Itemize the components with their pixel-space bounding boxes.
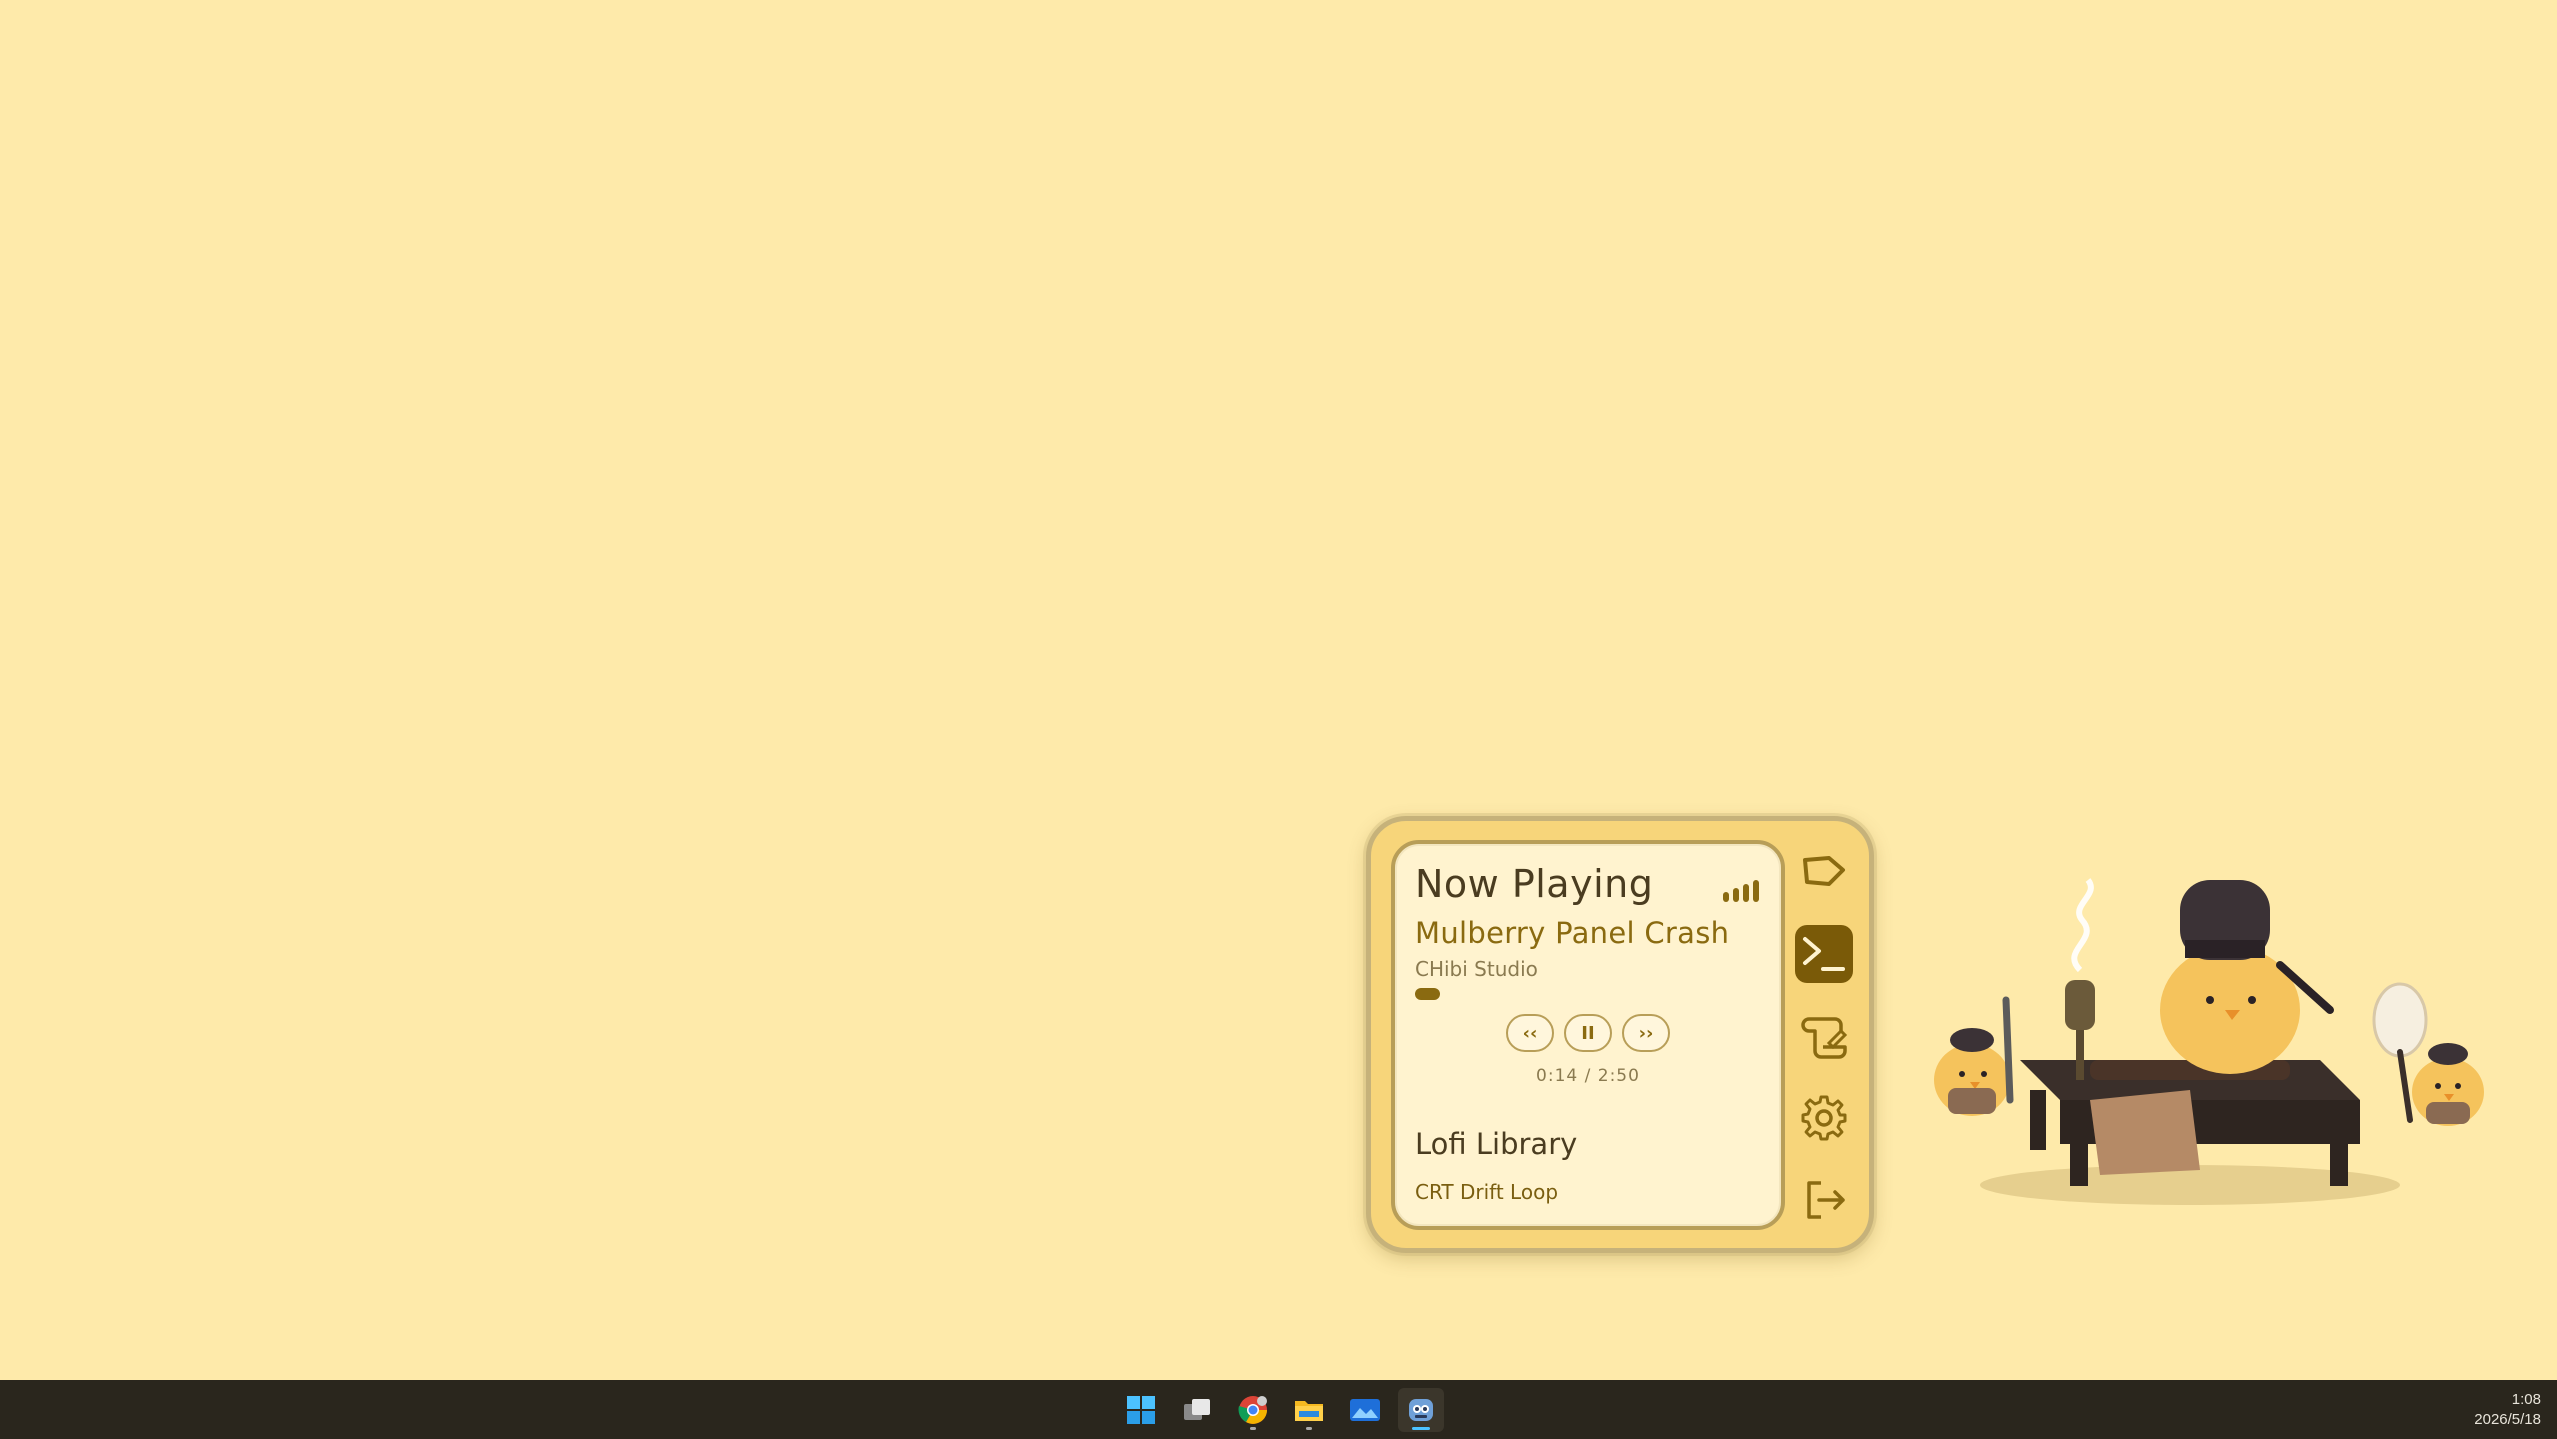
progress-bar[interactable] [1415, 988, 1715, 1000]
library-title: Lofi Library [1415, 1127, 1578, 1161]
task-view-button[interactable] [1174, 1388, 1220, 1432]
scroll-button[interactable] [1795, 1007, 1853, 1065]
active-indicator [1412, 1427, 1430, 1430]
taskbar: 1:08 2026/5/18 [0, 1380, 2557, 1439]
equalizer-icon [1723, 880, 1759, 902]
photos-icon [1350, 1399, 1380, 1421]
library-item[interactable]: CRT Drift Loop [1415, 1180, 1558, 1204]
settings-button[interactable] [1795, 1089, 1853, 1147]
now-playing-heading: Now Playing [1415, 862, 1654, 906]
pause-button[interactable]: II [1564, 1014, 1612, 1052]
windows-start-icon [1127, 1396, 1155, 1424]
logout-button[interactable] [1795, 1171, 1853, 1229]
task-view-icon [1184, 1399, 1210, 1420]
running-indicator [1250, 1427, 1256, 1430]
chrome-icon [1238, 1396, 1267, 1424]
chrome-button[interactable] [1230, 1388, 1276, 1432]
scroll-icon [1801, 1017, 1848, 1059]
file-explorer-button[interactable] [1286, 1388, 1332, 1432]
tag-button[interactable] [1795, 843, 1853, 901]
logout-icon [1807, 1181, 1845, 1219]
photos-button[interactable] [1342, 1388, 1388, 1432]
track-title: Mulberry Panel Crash [1415, 916, 1730, 950]
terminal-icon [1803, 937, 1845, 971]
side-rail [1789, 843, 1859, 1233]
start-button[interactable] [1118, 1388, 1164, 1432]
progress-fill [1415, 988, 1440, 1000]
playback-controls: ‹‹ II ›› [1395, 1014, 1781, 1052]
terminal-button[interactable] [1795, 925, 1853, 983]
track-artist: CHibi Studio [1415, 957, 1538, 981]
music-widget: Now Playing Mulberry Panel Crash CHibi S… [1366, 816, 1874, 1253]
game-app-button[interactable] [1398, 1388, 1444, 1432]
next-button[interactable]: ›› [1622, 1014, 1670, 1052]
file-explorer-icon [1295, 1401, 1323, 1421]
previous-button[interactable]: ‹‹ [1506, 1014, 1554, 1052]
chibi-chicks-illustration [1934, 878, 2484, 1205]
gear-icon [1801, 1095, 1847, 1141]
game-app-icon [1409, 1399, 1433, 1421]
tag-icon [1803, 856, 1845, 886]
running-indicator [1306, 1427, 1312, 1430]
now-playing-panel: Now Playing Mulberry Panel Crash CHibi S… [1391, 840, 1785, 1230]
clock-time: 1:08 [2511, 1391, 2541, 1408]
playback-time: 0:14 / 2:50 [1536, 1066, 1640, 1086]
clock-date: 2026/5/18 [2474, 1411, 2541, 1428]
system-clock[interactable]: 1:08 2026/5/18 [2474, 1390, 2541, 1430]
taskbar-apps [1118, 1388, 1444, 1432]
desktop: Now Playing Mulberry Panel Crash CHibi S… [0, 0, 2557, 1380]
